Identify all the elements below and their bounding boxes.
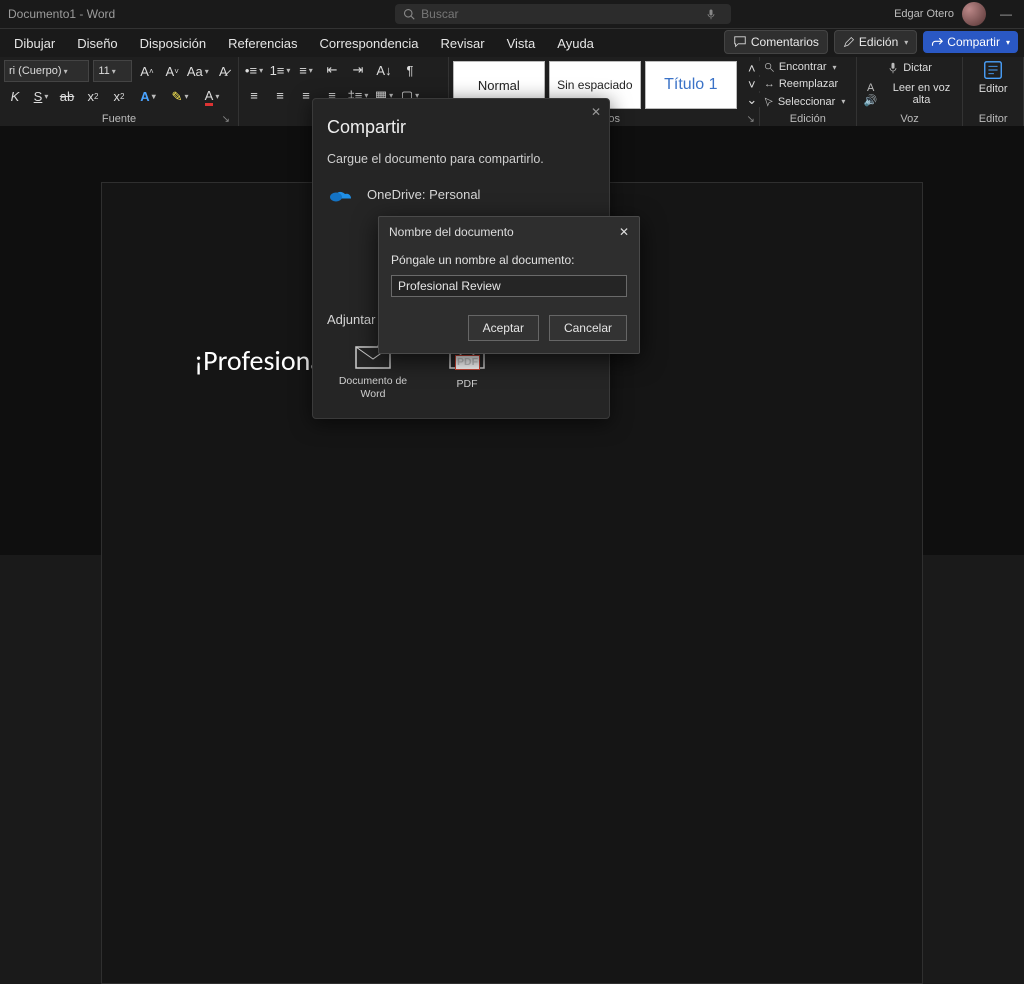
tab-vista[interactable]: Vista <box>497 32 546 55</box>
pencil-icon <box>843 36 855 48</box>
accept-button[interactable]: Aceptar <box>468 315 539 341</box>
cursor-icon <box>764 97 774 107</box>
search-placeholder: Buscar <box>421 7 458 21</box>
multilevel-icon[interactable]: ≡▾ <box>295 60 317 80</box>
editor-icon <box>982 59 1004 81</box>
dictate-button[interactable]: Dictar <box>861 59 959 77</box>
subscript-icon[interactable]: x2 <box>82 87 104 107</box>
tab-revisar[interactable]: Revisar <box>431 32 495 55</box>
edit-mode-button[interactable]: Edición▾ <box>834 30 917 54</box>
font-name-value: ri (Cuerpo) <box>9 65 62 77</box>
align-center-icon[interactable]: ≡ <box>269 86 291 106</box>
top-right-buttons: Comentarios Edición▾ Compartir▾ <box>724 30 1018 54</box>
window-minimize-icon[interactable]: — <box>994 7 1018 21</box>
share-icon <box>931 36 943 48</box>
edit-group-label: Edición <box>764 111 852 127</box>
close-icon[interactable]: ✕ <box>591 105 601 119</box>
tab-correspondencia[interactable]: Correspondencia <box>310 32 429 55</box>
shrink-font-icon[interactable]: A˅ <box>162 61 183 81</box>
numbering-icon[interactable]: 1≡▾ <box>269 60 291 80</box>
dialog-launcher-icon[interactable]: ↘ <box>222 114 230 125</box>
tab-disposicion[interactable]: Disposición <box>130 32 216 55</box>
font-size-value: 11 <box>98 65 109 77</box>
onedrive-row[interactable]: OneDrive: Personal <box>327 184 595 204</box>
mic-icon <box>887 62 899 74</box>
comments-label: Comentarios <box>751 35 819 49</box>
find-button[interactable]: Encontrar▾ <box>764 59 852 75</box>
indent-left-icon[interactable]: ⇤ <box>321 60 343 80</box>
tab-dibujar[interactable]: Dibujar <box>4 32 65 55</box>
clear-format-icon[interactable]: A̷ <box>213 61 234 81</box>
tab-ayuda[interactable]: Ayuda <box>547 32 604 55</box>
ribbon-group-editor: Editor Editor <box>963 57 1024 127</box>
font-group-label: Fuente↘ <box>4 111 234 127</box>
document-name-dialog: Nombre del documento ✕ Póngale un nombre… <box>378 216 640 354</box>
attach-pdf-label: PDF <box>457 378 478 391</box>
onedrive-label: OneDrive: Personal <box>367 187 480 202</box>
editor-button-label: Editor <box>979 83 1008 95</box>
tab-referencias[interactable]: Referencias <box>218 32 307 55</box>
user-name: Edgar Otero <box>894 8 954 20</box>
cancel-button[interactable]: Cancelar <box>549 315 627 341</box>
highlight-icon[interactable]: ✎▾ <box>166 87 194 107</box>
select-button[interactable]: Seleccionar▾ <box>764 94 852 110</box>
ribbon-group-voice: Dictar A🔊Leer en voz alta Voz <box>857 57 964 127</box>
indent-right-icon[interactable]: ⇥ <box>347 60 369 80</box>
document-title: Documento1 - Word <box>0 7 115 21</box>
search-icon <box>764 62 775 73</box>
avatar[interactable] <box>962 2 986 26</box>
change-case-icon[interactable]: Aa▾ <box>187 61 209 81</box>
ribbon-group-font: ri (Cuerpo)▾ 11▾ A˄ A˅ Aa▾ A̷ K S▾ ab x2… <box>0 57 239 127</box>
editor-button[interactable]: Editor <box>967 59 1019 95</box>
replace-button[interactable]: ↔Reemplazar <box>764 76 852 92</box>
edit-label: Edición <box>859 35 898 49</box>
pdf-badge: PDF <box>455 355 480 370</box>
dialog-title: Nombre del documento <box>389 225 514 239</box>
attach-word-label: Documento de Word <box>337 375 409 400</box>
onedrive-icon <box>327 184 357 204</box>
share-upload-message: Cargue el documento para compartirlo. <box>327 152 595 166</box>
user-area: Edgar Otero — <box>894 2 1018 26</box>
strike-icon[interactable]: ab <box>56 87 78 107</box>
close-icon[interactable]: ✕ <box>619 225 629 239</box>
underline-icon[interactable]: S▾ <box>30 87 52 107</box>
title-bar: Documento1 - Word Buscar Edgar Otero — <box>0 0 1024 29</box>
grow-font-icon[interactable]: A˄ <box>136 61 157 81</box>
ribbon-group-edit: Encontrar▾ ↔Reemplazar Seleccionar▾ Edic… <box>760 57 857 127</box>
bullets-icon[interactable]: •≡▾ <box>243 60 265 80</box>
voice-group-label: Voz <box>861 111 959 127</box>
dialog-prompt: Póngale un nombre al documento: <box>391 253 627 267</box>
align-left-icon[interactable]: ≡ <box>243 86 265 106</box>
tab-diseno[interactable]: Diseño <box>67 32 127 55</box>
style-title1[interactable]: Título 1 <box>645 61 737 109</box>
editor-group-label: Editor <box>967 111 1019 127</box>
mic-icon[interactable] <box>705 8 717 20</box>
font-size-combo[interactable]: 11▾ <box>93 60 132 82</box>
superscript-icon[interactable]: x2 <box>108 87 130 107</box>
share-label: Compartir <box>947 35 1000 49</box>
comment-icon <box>733 35 747 49</box>
read-aloud-button[interactable]: A🔊Leer en voz alta <box>861 85 959 103</box>
font-color-icon[interactable]: A▾ <box>198 87 226 107</box>
font-name-combo[interactable]: ri (Cuerpo)▾ <box>4 60 89 82</box>
pilcrow-icon[interactable]: ¶ <box>399 60 421 80</box>
share-button[interactable]: Compartir▾ <box>923 31 1018 53</box>
dialog-launcher-icon[interactable]: ↘ <box>746 114 754 125</box>
search-box[interactable]: Buscar <box>395 4 731 24</box>
share-panel-title: Compartir <box>327 117 595 138</box>
text-effects-icon[interactable]: A▾ <box>134 87 162 107</box>
search-icon <box>403 8 415 20</box>
comments-button[interactable]: Comentarios <box>724 30 828 54</box>
document-name-input[interactable] <box>391 275 627 297</box>
sort-icon[interactable]: A↓ <box>373 60 395 80</box>
italic-icon[interactable]: K <box>4 87 26 107</box>
